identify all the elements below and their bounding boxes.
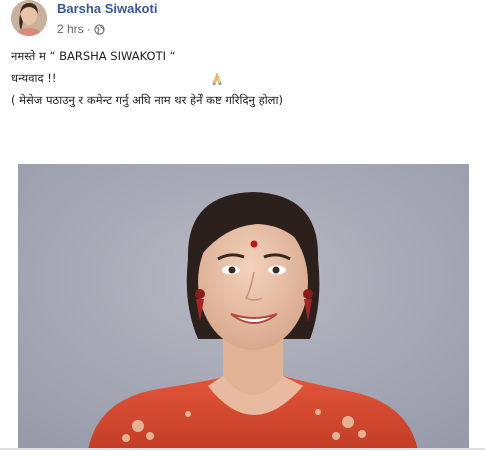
- post-message-line: नमस्ते म “ BARSHA SIWAKOTI “: [11, 45, 476, 85]
- post-meta: 2 hrs ·: [57, 22, 105, 36]
- portrait-photo-image: [18, 164, 469, 450]
- folded-hands-emoji-icon: [180, 48, 222, 85]
- post-message-line: धन्यवाद !!: [11, 67, 476, 89]
- post-message: नमस्ते म “ BARSHA SIWAKOTI “ धन्यवाद !! …: [11, 45, 476, 111]
- post-message-line: ( मेसेज पठाउनु र कमेन्ट गर्नु अघि नाम थर…: [11, 89, 476, 111]
- profile-avatar[interactable]: [11, 0, 47, 36]
- facebook-post: Barsha Siwakoti 2 hrs · नमस्ते म “ BARSH…: [0, 0, 485, 450]
- note-text: ( मेसेज पठाउनु र कमेन्ट गर्नु अघि नाम थर…: [11, 93, 283, 107]
- greeting-text: नमस्ते म “ BARSHA SIWAKOTI “: [11, 49, 176, 63]
- globe-icon[interactable]: [94, 23, 105, 35]
- meta-separator: ·: [86, 22, 91, 36]
- timestamp-link[interactable]: 2 hrs: [57, 22, 84, 36]
- author-name-link[interactable]: Barsha Siwakoti: [57, 1, 157, 16]
- post-photo[interactable]: [18, 164, 469, 450]
- avatar-image: [11, 0, 47, 36]
- thanks-text: धन्यवाद !!: [11, 71, 57, 85]
